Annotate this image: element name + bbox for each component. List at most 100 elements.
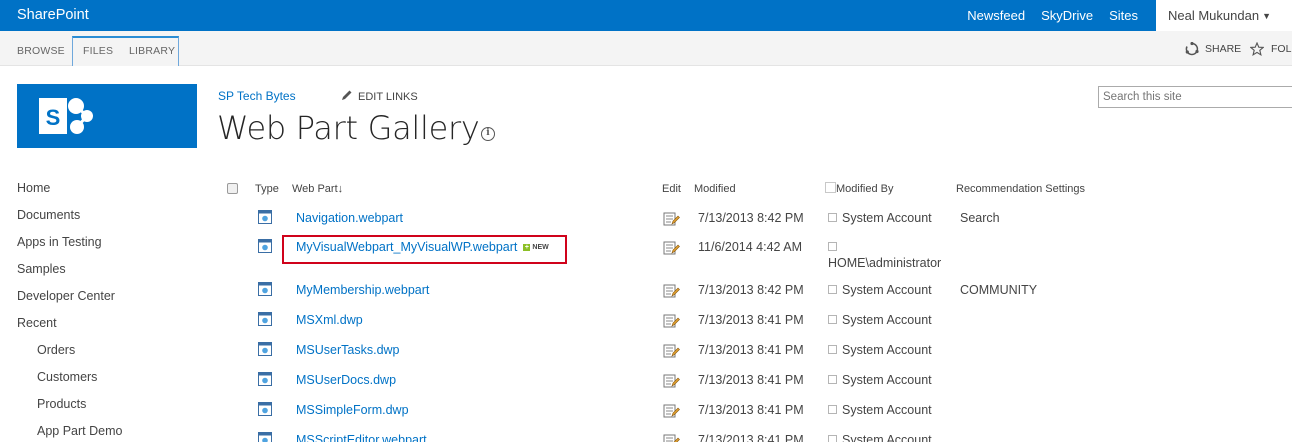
recommendation-setting: Search xyxy=(960,211,1000,225)
edit-properties-icon[interactable] xyxy=(663,283,680,299)
edit-properties-icon[interactable] xyxy=(663,240,680,256)
presence-indicator xyxy=(828,375,837,384)
modified-date: 7/13/2013 8:42 PM xyxy=(698,283,804,297)
recommendation-setting: COMMUNITY xyxy=(960,283,1038,297)
webpart-file-icon xyxy=(257,209,273,225)
edit-links-button[interactable]: EDIT LINKS xyxy=(340,89,418,103)
modified-by[interactable]: System Account xyxy=(828,283,932,297)
modified-by-name: System Account xyxy=(842,403,932,417)
presence-indicator xyxy=(828,285,837,294)
edit-properties-icon[interactable] xyxy=(663,211,680,227)
table-row: MSUserTasks.dwp 7/13/2013 8:41 PM System A… xyxy=(0,341,1292,371)
share-icon[interactable] xyxy=(1185,42,1199,56)
modified-date: 7/13/2013 8:41 PM xyxy=(698,403,804,417)
info-icon[interactable]: i xyxy=(481,127,495,141)
modified-by-name: System Account xyxy=(842,313,932,327)
table-row: Navigation.webpart 7/13/2013 8:42 PM Syste… xyxy=(0,209,1292,239)
page-title: Web Part Gallery xyxy=(217,109,480,147)
chevron-down-icon: ▼ xyxy=(1262,11,1271,21)
edit-properties-icon[interactable] xyxy=(663,403,680,419)
modified-by[interactable]: System Account xyxy=(828,373,932,387)
modified-by[interactable]: System Account xyxy=(828,343,932,357)
ribbon: BROWSE FILES LIBRARY SHARE FOLL xyxy=(0,31,1292,66)
column-header-recommendation[interactable]: Recommendation Settings xyxy=(956,183,1085,195)
webpart-name: Navigation.webpart xyxy=(296,211,404,225)
webpart-name-link[interactable]: MSUserDocs.dwp xyxy=(296,373,396,387)
presence-indicator xyxy=(828,435,837,442)
webpart-file-icon xyxy=(257,431,273,442)
table-row: MSUserDocs.dwp 7/13/2013 8:41 PM System Ac… xyxy=(0,371,1292,401)
follow-button[interactable]: FOLL xyxy=(1271,43,1292,55)
table-row: MSXml.dwp 7/13/2013 8:41 PM System Account xyxy=(0,311,1292,341)
webpart-name-link[interactable]: MSSimpleForm.dwp xyxy=(296,403,409,417)
webpart-name: MSScriptEditor.webpart xyxy=(296,433,427,442)
suite-links: Newsfeed SkyDrive Sites Neal Mukundan ▼ xyxy=(959,0,1292,31)
sharepoint-brand[interactable]: SharePoint xyxy=(17,7,89,23)
webpart-name: MSXml.dwp xyxy=(296,313,363,327)
modified-by[interactable]: System Account xyxy=(828,313,932,327)
edit-properties-icon[interactable] xyxy=(663,343,680,359)
user-menu[interactable]: Neal Mukundan ▼ xyxy=(1156,0,1292,31)
modified-by-name: System Account xyxy=(842,283,932,297)
webpart-name-link[interactable]: MSXml.dwp xyxy=(296,313,363,327)
webpart-file-icon xyxy=(257,238,273,254)
suite-link-sites[interactable]: Sites xyxy=(1101,0,1146,31)
webpart-name: MSSimpleForm.dwp xyxy=(296,403,409,417)
star-icon[interactable] xyxy=(1250,42,1264,56)
modified-by[interactable]: HOME\administrator xyxy=(828,240,941,270)
site-logo[interactable]: S xyxy=(17,84,197,148)
column-header-web-part-label: Web Part xyxy=(292,183,338,195)
webpart-file-icon xyxy=(257,311,273,327)
select-all-checkbox[interactable] xyxy=(227,183,238,194)
table-row: MSSimpleForm.dwp 7/13/2013 8:41 PM System … xyxy=(0,401,1292,431)
edit-properties-icon[interactable] xyxy=(663,433,680,442)
modified-by[interactable]: System Account xyxy=(828,433,932,442)
search-input[interactable] xyxy=(1098,86,1292,108)
suite-bar: SharePoint Newsfeed SkyDrive Sites Neal … xyxy=(0,0,1292,31)
table-row: MyMembership.webpart 7/13/2013 8:42 PM Sys… xyxy=(0,281,1292,311)
webpart-name-link[interactable]: MSUserTasks.dwp xyxy=(296,343,400,357)
modified-by-checkbox[interactable] xyxy=(825,182,836,193)
edit-properties-icon[interactable] xyxy=(663,373,680,389)
modified-date: 7/13/2013 8:41 PM xyxy=(698,433,804,442)
suite-link-skydrive[interactable]: SkyDrive xyxy=(1033,0,1101,31)
modified-by-name: System Account xyxy=(842,343,932,357)
presence-indicator xyxy=(828,315,837,324)
presence-indicator xyxy=(828,345,837,354)
webpart-name-link[interactable]: MSScriptEditor.webpart xyxy=(296,433,427,442)
edit-links-label: EDIT LINKS xyxy=(358,91,418,103)
suite-link-newsfeed[interactable]: Newsfeed xyxy=(959,0,1033,31)
webpart-name: MSUserTasks.dwp xyxy=(296,343,400,357)
column-header-edit[interactable]: Edit xyxy=(662,183,681,195)
tab-files[interactable]: FILES xyxy=(83,37,113,66)
modified-by-name: System Account xyxy=(842,373,932,387)
tab-library[interactable]: LIBRARY xyxy=(129,37,175,66)
modified-by-name: HOME\administrator xyxy=(828,256,942,270)
edit-properties-icon[interactable] xyxy=(663,313,680,329)
webpart-file-icon xyxy=(257,341,273,357)
webpart-file-icon xyxy=(257,281,273,297)
tab-browse[interactable]: BROWSE xyxy=(17,37,65,66)
presence-indicator xyxy=(828,242,837,251)
column-header-modified-by[interactable]: Modified By xyxy=(836,183,893,195)
modified-date: 7/13/2013 8:41 PM xyxy=(698,373,804,387)
sort-descending-icon: ↓ xyxy=(337,183,344,195)
modified-by[interactable]: System Account xyxy=(828,403,932,417)
modified-date: 7/13/2013 8:42 PM xyxy=(698,211,804,225)
webpart-name: MSUserDocs.dwp xyxy=(296,373,397,387)
webpart-name-link[interactable]: Navigation.webpart xyxy=(296,211,403,225)
modified-by[interactable]: System Account xyxy=(828,211,932,225)
share-button[interactable]: SHARE xyxy=(1205,43,1241,55)
site-link[interactable]: SP Tech Bytes xyxy=(218,89,296,103)
column-header-modified[interactable]: Modified xyxy=(694,183,736,195)
modified-date: 11/6/2014 4:42 AM xyxy=(698,240,803,254)
webpart-file-icon xyxy=(257,401,273,417)
webpart-name-link[interactable]: MyMembership.webpart xyxy=(296,283,429,297)
modified-by-name: System Account xyxy=(842,433,932,442)
column-header-web-part[interactable]: Web Part↓ xyxy=(292,183,343,195)
column-header-type[interactable]: Type xyxy=(255,183,279,195)
svg-text:S: S xyxy=(46,105,61,130)
modified-date: 7/13/2013 8:41 PM xyxy=(698,313,804,327)
sharepoint-logo-icon: S xyxy=(39,98,93,134)
nav-item-home[interactable]: Home xyxy=(17,181,50,195)
